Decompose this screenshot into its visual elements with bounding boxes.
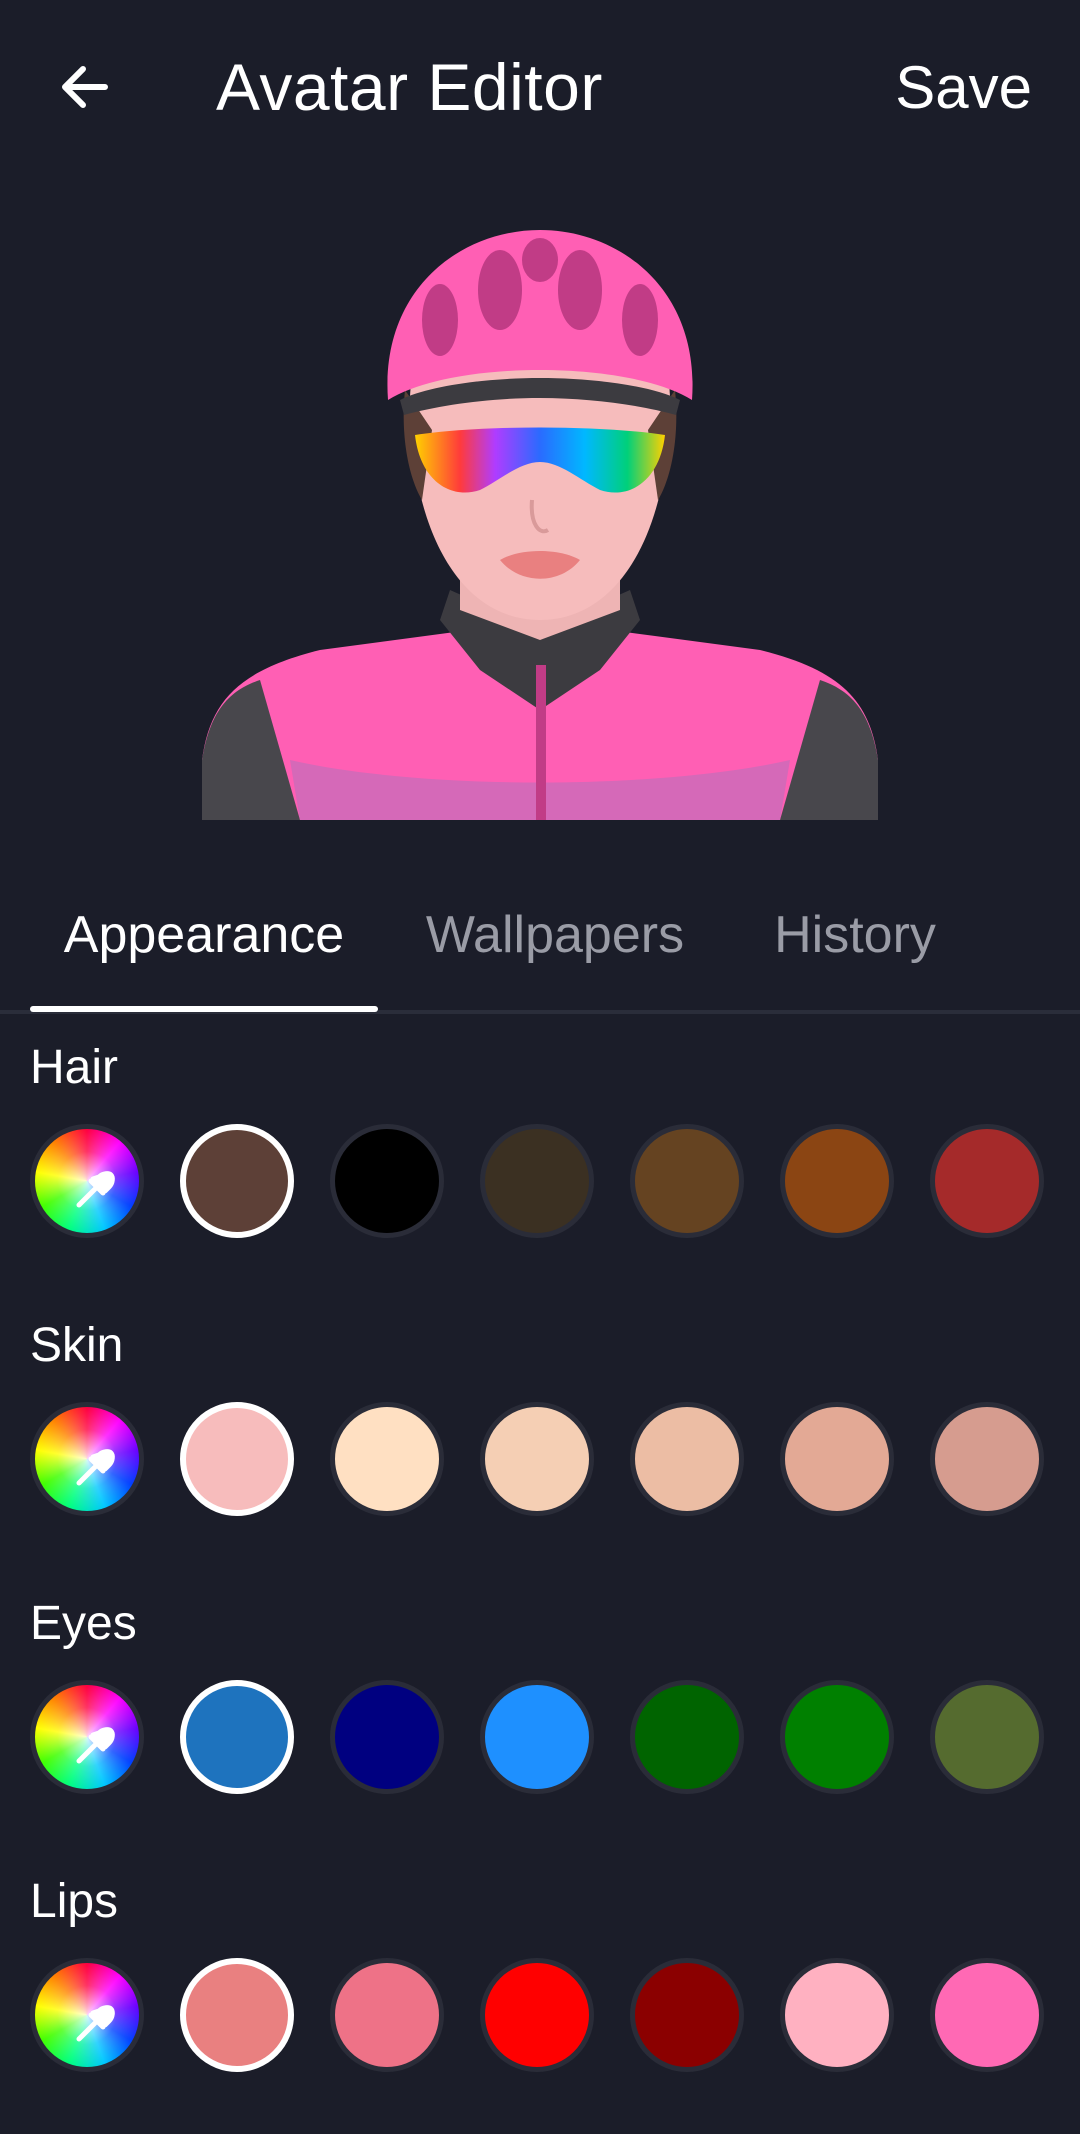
color-swatch[interactable] bbox=[930, 1680, 1044, 1794]
color-swatch[interactable] bbox=[330, 1680, 444, 1794]
section-label: Lips bbox=[30, 1875, 119, 1928]
color-swatch[interactable] bbox=[180, 1124, 294, 1238]
save-button[interactable]: Save bbox=[895, 48, 1032, 128]
section-label: Eyes bbox=[30, 1597, 137, 1650]
color-swatch[interactable] bbox=[480, 1402, 594, 1516]
color-swatch[interactable] bbox=[180, 1402, 294, 1516]
section-label: Hair bbox=[30, 1041, 119, 1094]
color-swatch[interactable] bbox=[780, 1958, 894, 2072]
arrow-left-icon bbox=[62, 66, 108, 108]
color-swatch[interactable] bbox=[180, 1680, 294, 1794]
color-swatch[interactable] bbox=[480, 1958, 594, 2072]
tab-appearance[interactable]: Appearance bbox=[30, 860, 378, 1010]
avatar-editor-screen: Avatar Editor Save Appearance Wallpapers… bbox=[0, 0, 1080, 2134]
eyedropper-icon bbox=[76, 1171, 115, 1208]
color-swatch[interactable] bbox=[330, 1124, 444, 1238]
tab-bar: Appearance Wallpapers History bbox=[0, 860, 1080, 1014]
tab-history[interactable]: History bbox=[750, 860, 960, 1010]
color-picker-button[interactable] bbox=[30, 1124, 144, 1238]
color-swatch[interactable] bbox=[630, 1402, 744, 1516]
back-button[interactable] bbox=[40, 42, 130, 132]
color-swatch[interactable] bbox=[780, 1402, 894, 1516]
color-swatch[interactable] bbox=[930, 1124, 1044, 1238]
color-swatch[interactable] bbox=[630, 1958, 744, 2072]
color-swatch[interactable] bbox=[630, 1680, 744, 1794]
color-swatch[interactable] bbox=[480, 1124, 594, 1238]
color-picker-button[interactable] bbox=[30, 1680, 144, 1794]
swatch-row bbox=[30, 1124, 1060, 1248]
top-app-bar: Avatar Editor Save bbox=[0, 0, 1080, 170]
color-swatch[interactable] bbox=[780, 1124, 894, 1238]
color-swatch[interactable] bbox=[930, 1402, 1044, 1516]
section-label: Skin bbox=[30, 1319, 124, 1372]
avatar-preview bbox=[0, 170, 1080, 850]
eyedropper-icon bbox=[76, 1449, 115, 1486]
avatar-illustration bbox=[202, 230, 878, 820]
color-picker-button[interactable] bbox=[30, 1958, 144, 2072]
eyedropper-icon bbox=[76, 2005, 115, 2042]
color-swatch[interactable] bbox=[630, 1124, 744, 1238]
eyedropper-icon bbox=[76, 1727, 115, 1764]
color-swatch[interactable] bbox=[180, 1958, 294, 2072]
swatch-row bbox=[30, 1680, 1060, 1804]
active-tab-indicator bbox=[30, 1006, 378, 1012]
page-title: Avatar Editor bbox=[216, 50, 603, 124]
color-swatch[interactable] bbox=[930, 1958, 1044, 2072]
color-swatch[interactable] bbox=[330, 1958, 444, 2072]
swatch-row bbox=[30, 1402, 1060, 1526]
color-swatch[interactable] bbox=[780, 1680, 894, 1794]
color-swatch[interactable] bbox=[480, 1680, 594, 1794]
color-picker-button[interactable] bbox=[30, 1402, 144, 1516]
tab-wallpapers[interactable]: Wallpapers bbox=[410, 860, 700, 1010]
swatch-row bbox=[30, 1958, 1060, 2082]
color-swatch[interactable] bbox=[330, 1402, 444, 1516]
